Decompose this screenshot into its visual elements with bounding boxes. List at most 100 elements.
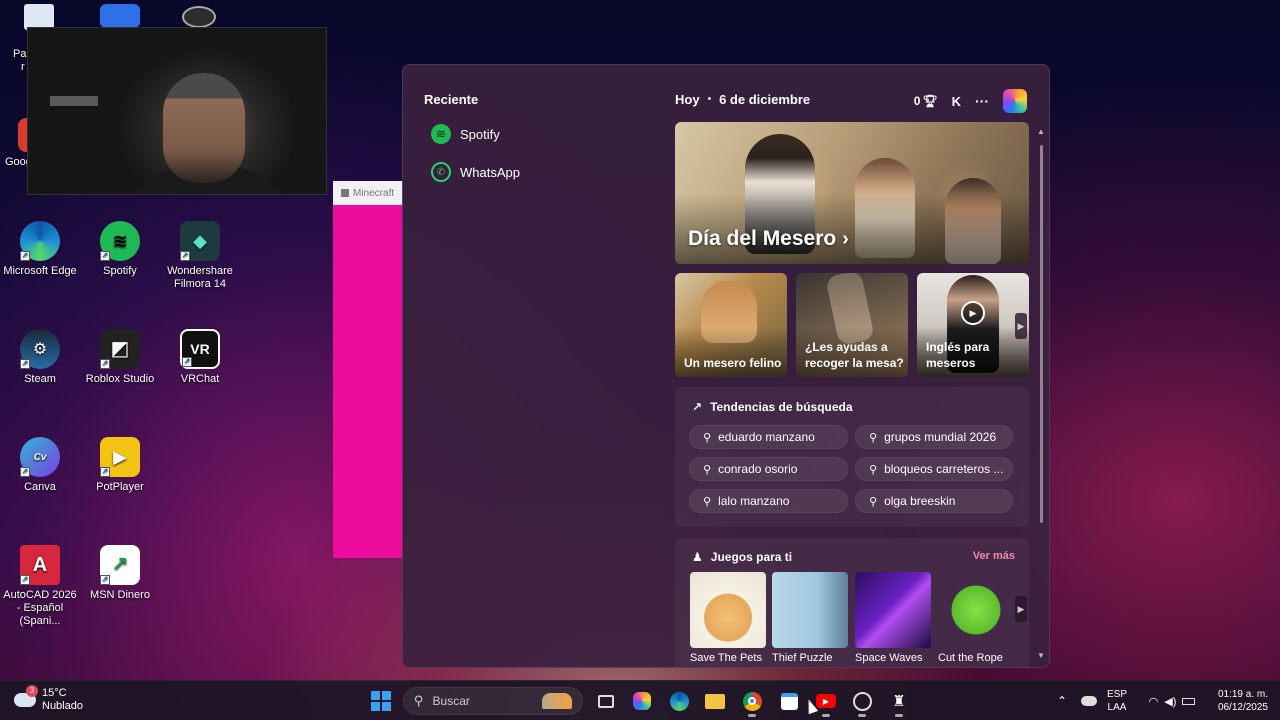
desktop-icon-vrchat[interactable]: VR ↗ VRChat bbox=[160, 329, 240, 386]
hero-card[interactable]: Día del Mesero › bbox=[675, 122, 1029, 264]
chrome-icon bbox=[742, 691, 762, 711]
castle-app-button[interactable]: ♜ bbox=[887, 689, 911, 717]
file-explorer-button[interactable] bbox=[703, 689, 727, 713]
news-card-1[interactable]: Un mesero felino bbox=[675, 273, 787, 377]
trend-chip[interactable]: ⚲ lalo manzano bbox=[689, 489, 848, 513]
game-save-the-pets[interactable]: Save The Pets bbox=[690, 572, 766, 664]
edge-button[interactable] bbox=[667, 689, 691, 713]
trend-chip[interactable]: ⚲ conrado osorio bbox=[689, 457, 848, 481]
trend-chip[interactable]: ⚲ eduardo manzano bbox=[689, 425, 848, 449]
news-card-2[interactable]: ¿Les ayudas a recoger la mesa? bbox=[796, 273, 908, 377]
onedrive-button[interactable] bbox=[1077, 689, 1101, 713]
store-icon bbox=[780, 692, 798, 710]
profile-button[interactable]: K bbox=[952, 94, 961, 109]
obs-button[interactable] bbox=[850, 689, 874, 717]
cat-image bbox=[701, 281, 757, 343]
game-thief-puzzle[interactable]: Thief Puzzle bbox=[772, 572, 848, 664]
trophy-icon: 🏆︎ bbox=[922, 94, 938, 108]
store-button[interactable] bbox=[777, 689, 801, 713]
game-thumbnail bbox=[855, 572, 931, 648]
trend-chip[interactable]: ⚲ grupos mundial 2026 bbox=[855, 425, 1013, 449]
notification-badge: 3 bbox=[26, 685, 38, 697]
search-icon: ⚲ bbox=[703, 463, 712, 476]
see-more-link[interactable]: Ver más bbox=[973, 550, 1015, 562]
minecraft-titlebar[interactable]: Minecraft bbox=[333, 181, 403, 205]
roblox-studio-icon: ◩ ↗ bbox=[100, 329, 140, 369]
today-label: Hoy bbox=[675, 91, 700, 107]
search-icon: ⚲ bbox=[869, 431, 878, 444]
game-cut-the-rope[interactable]: Cut the Rope bbox=[938, 572, 1014, 664]
steam-icon: ⚙ ↗ bbox=[20, 329, 60, 369]
date-label: 6 de diciembre bbox=[719, 91, 811, 107]
clock[interactable]: 01:19 a. m. 06/12/2025 bbox=[1206, 688, 1268, 714]
recent-item-whatsapp[interactable]: ✆ WhatsApp bbox=[431, 162, 520, 182]
partial-label-r: r bbox=[21, 61, 25, 73]
spotify-icon: ≋ ↗ bbox=[100, 221, 140, 261]
chevron-up-icon: ⌃ bbox=[1056, 694, 1068, 708]
start-button[interactable] bbox=[369, 689, 393, 713]
file-explorer-icon bbox=[705, 693, 725, 709]
game-space-waves[interactable]: Space Waves bbox=[855, 572, 931, 664]
play-icon[interactable]: ▶ bbox=[961, 301, 985, 325]
copilot-icon[interactable] bbox=[1003, 89, 1027, 113]
desktop-icon-msn-dinero[interactable]: ↗ ↗ MSN Dinero bbox=[80, 545, 160, 602]
chrome-button[interactable] bbox=[740, 689, 764, 717]
carousel-next-button[interactable]: ▶ bbox=[1015, 313, 1027, 339]
desktop-icon-autocad[interactable]: A ↗ AutoCAD 2026 - Español (Spani... bbox=[0, 545, 80, 628]
hero-title-text: Día del Mesero bbox=[688, 227, 837, 250]
desktop-icon-edge[interactable]: ↗ Microsoft Edge bbox=[0, 221, 80, 278]
task-view-icon bbox=[598, 694, 614, 708]
weather-condition: Nublado bbox=[42, 700, 83, 712]
weather-widget[interactable]: 3 15°C Nublado bbox=[14, 685, 83, 713]
recent-title: Reciente bbox=[424, 92, 479, 107]
feed-scrollbar[interactable]: ▲ ▼ bbox=[1037, 127, 1045, 667]
separator-dot: • bbox=[707, 93, 712, 105]
taskbar-search[interactable]: ⚲ Buscar bbox=[403, 687, 583, 715]
battery-icon bbox=[1182, 697, 1196, 705]
recent-item-label: Spotify bbox=[460, 126, 500, 142]
trend-chip[interactable]: ⚲ olga breeskin bbox=[855, 489, 1013, 513]
copilot-button[interactable] bbox=[630, 689, 654, 713]
scroll-thumb[interactable] bbox=[1040, 145, 1043, 523]
desktop-icon-canva[interactable]: Cv ↗ Canva bbox=[0, 437, 80, 494]
desktop-icon-label: Wondershare Filmora 14 bbox=[167, 265, 233, 290]
roblox-top-icon[interactable] bbox=[100, 4, 140, 28]
scroll-down-icon[interactable]: ▼ bbox=[1037, 651, 1045, 660]
clock-date: 06/12/2025 bbox=[1217, 702, 1268, 713]
recent-item-spotify[interactable]: ≋ Spotify bbox=[431, 124, 500, 144]
task-view-button[interactable] bbox=[594, 689, 618, 713]
game-thumbnail bbox=[772, 572, 848, 648]
minecraft-window[interactable]: Minecraft bbox=[333, 181, 403, 558]
background-lamp bbox=[50, 96, 98, 106]
desktop-icon-potplayer[interactable]: ▶ ↗ PotPlayer bbox=[80, 437, 160, 494]
desktop-icon-filmora[interactable]: ◆ ↗ Wondershare Filmora 14 bbox=[160, 221, 240, 291]
card-label: Inglés para meseros bbox=[926, 340, 990, 370]
desktop-icon-roblox-studio[interactable]: ◩ ↗ Roblox Studio bbox=[80, 329, 160, 386]
language-indicator[interactable]: ESP LAA bbox=[1107, 688, 1127, 714]
trend-chip[interactable]: ⚲ bloqueos carreteros ... bbox=[855, 457, 1013, 481]
games-title-text: Juegos para ti bbox=[710, 550, 793, 564]
scroll-up-icon[interactable]: ▲ bbox=[1037, 127, 1045, 136]
clock-time: 01:19 a. m. bbox=[1217, 689, 1268, 700]
widgets-panel: Reciente ≋ Spotify ✆ WhatsApp Hoy • 6 de… bbox=[402, 64, 1050, 668]
games-next-button[interactable]: ▶ bbox=[1015, 596, 1027, 622]
desktop-icon-spotify[interactable]: ≋ ↗ Spotify bbox=[80, 221, 160, 278]
minecraft-title: Minecraft bbox=[353, 187, 395, 199]
show-hidden-icons-button[interactable]: ⌃ bbox=[1050, 689, 1074, 713]
news-card-3[interactable]: ▶ Inglés para meseros bbox=[917, 273, 1029, 377]
more-options-button[interactable]: ··· bbox=[975, 93, 989, 109]
recent-item-label: WhatsApp bbox=[460, 164, 520, 180]
rewards-button[interactable]: 0 🏆︎ bbox=[914, 94, 938, 108]
game-name: Cut the Rope bbox=[938, 652, 1003, 664]
card-label: ¿Les ayudas a recoger la mesa? bbox=[805, 340, 904, 370]
hero-person-2 bbox=[855, 158, 915, 258]
game-controller-icon: ♟ bbox=[692, 550, 703, 564]
search-icon: ⚲ bbox=[703, 495, 712, 508]
castle-app-icon: ♜ bbox=[892, 693, 906, 710]
obs-top-icon[interactable] bbox=[182, 6, 216, 28]
desktop-icon-steam[interactable]: ⚙ ↗ Steam bbox=[0, 329, 80, 386]
cloud-sync-icon bbox=[1081, 696, 1097, 706]
whatsapp-icon: ✆ bbox=[431, 162, 451, 182]
network-volume-battery[interactable]: ◠ ◀) bbox=[1142, 689, 1202, 713]
game-name: Thief Puzzle bbox=[772, 652, 833, 664]
